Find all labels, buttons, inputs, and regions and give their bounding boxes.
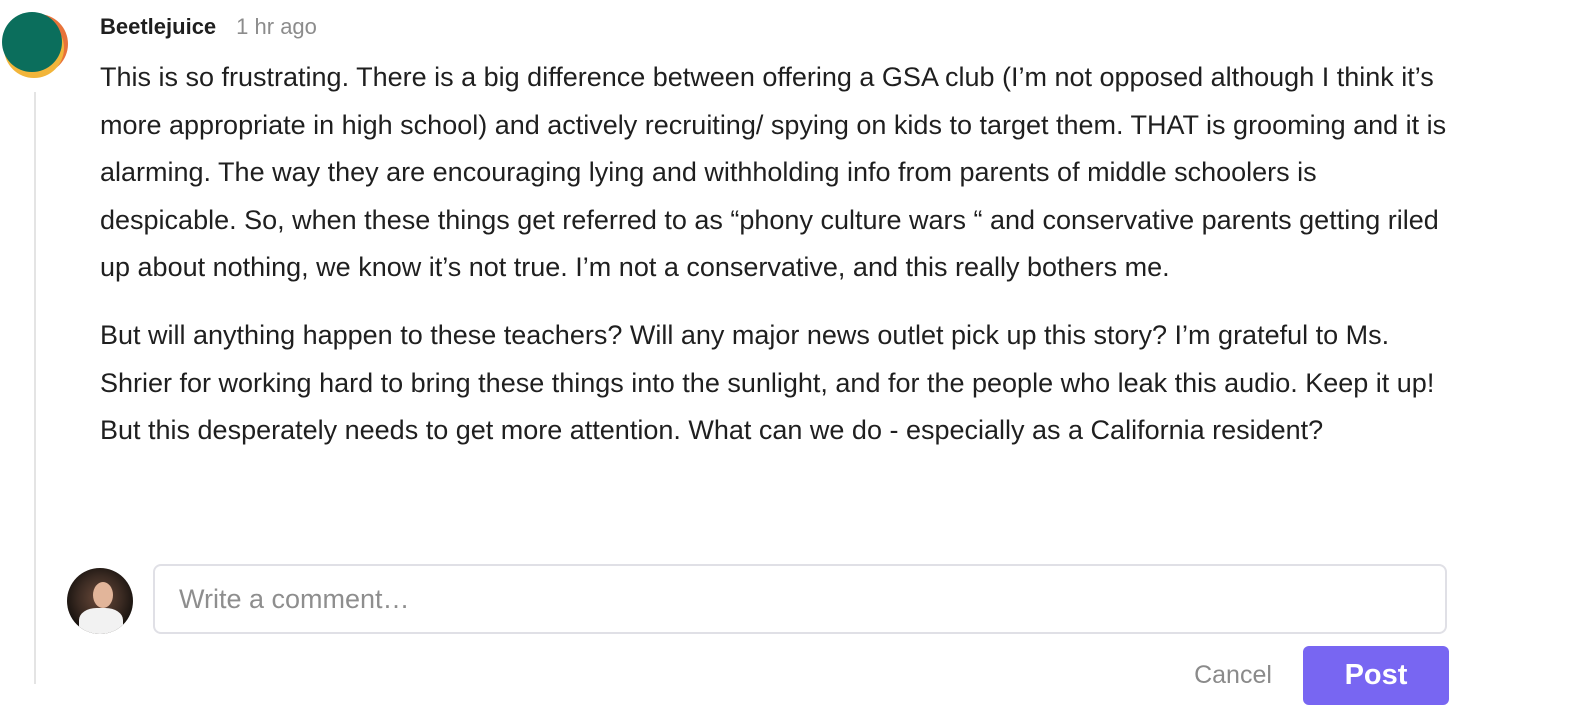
- avatar-shape: [2, 12, 62, 72]
- author-avatar[interactable]: [0, 12, 70, 82]
- comment-paragraph: This is so frustrating. There is a big d…: [100, 62, 1447, 283]
- cancel-button[interactable]: Cancel: [1180, 650, 1286, 700]
- thread-line: [34, 92, 36, 684]
- avatar-shape: [93, 582, 113, 608]
- comment-paragraph: But will anything happen to these teache…: [100, 319, 1435, 446]
- author-name[interactable]: Beetlejuice: [100, 14, 216, 40]
- post-button[interactable]: Post: [1303, 646, 1449, 705]
- comment-body: This is so frustrating. There is a big d…: [100, 54, 1460, 475]
- avatar-shape: [79, 608, 123, 634]
- user-avatar: [67, 568, 133, 634]
- comment-thread: Beetlejuice 1 hr ago This is so frustrat…: [0, 0, 1578, 718]
- comment-header: Beetlejuice 1 hr ago: [100, 14, 317, 42]
- comment-input[interactable]: [153, 564, 1447, 634]
- comment-timestamp[interactable]: 1 hr ago: [236, 14, 317, 40]
